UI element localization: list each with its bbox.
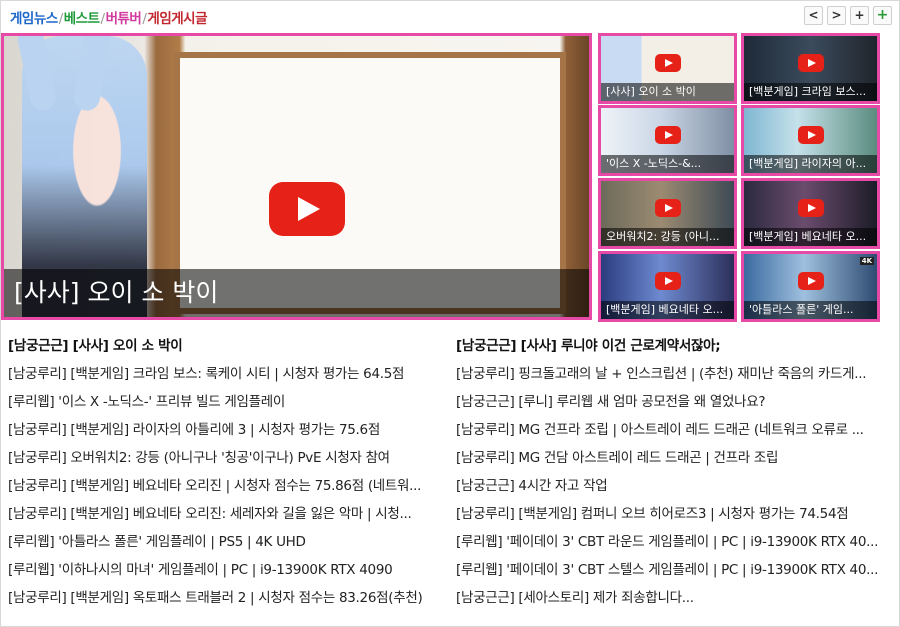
- left-post-list: [남궁근근] [사사] 오이 소 박이 [남궁루리] [백분게임] 크라임 보스…: [8, 332, 440, 612]
- thumb-caption: [백분게임] 베요네타 오...: [601, 301, 734, 319]
- play-icon: [655, 126, 681, 144]
- list-item[interactable]: [남궁루리] MG 건프라 조립 | 아스트레이 레드 드래곤 (네트워크 오류…: [456, 416, 888, 444]
- list-item[interactable]: [남궁근근] [세아스토리] 제가 죄송합니다...: [456, 584, 888, 612]
- list-item[interactable]: [남궁근근] 4시간 자고 작업: [456, 472, 888, 500]
- play-icon: [798, 199, 824, 217]
- tab-separator: /: [58, 11, 64, 27]
- right-post-list: [남궁근근] [사사] 루니야 이건 근로계약서잖아; [남궁루리] 핑크돌고래…: [456, 332, 888, 612]
- play-icon[interactable]: [269, 182, 345, 236]
- list-item[interactable]: [남궁루리] [백분게임] 컴퍼니 오브 히어로즈3 | 시청자 평가는 74.…: [456, 500, 888, 528]
- category-tabs: 게임뉴스/베스트/버튜버/게임게시글: [10, 7, 208, 27]
- list-item[interactable]: [남궁루리] [백분게임] 크라임 보스: 록케이 시티 | 시청자 평가는 6…: [8, 360, 440, 388]
- video-thumb-6[interactable]: [백분게임] 베요네타 오...: [741, 178, 880, 249]
- thumb-caption: [백분게임] 베요네타 오...: [744, 228, 877, 246]
- list-item[interactable]: [루리웹] '아틀라스 폴른' 게임플레이 | PS5 | 4K UHD: [8, 528, 440, 556]
- thumb-caption: 오버워치2: 강등 (아니...: [601, 228, 734, 246]
- list-item[interactable]: [루리웹] '이스 X -노딕스-' 프리뷰 빌드 게임플레이: [8, 388, 440, 416]
- list-item[interactable]: [남궁근근] [루니] 루리웹 새 엄마 공모전을 왜 열었나요?: [456, 388, 888, 416]
- list-item[interactable]: [남궁루리] 오버워치2: 강등 (아니구나 '칭공'이구나) PvE 시청자 …: [8, 444, 440, 472]
- video-thumb-3[interactable]: '이스 X -노딕스-&...: [598, 105, 737, 176]
- tab-separator: /: [142, 11, 147, 27]
- next-button[interactable]: >: [827, 6, 846, 25]
- play-icon: [798, 272, 824, 290]
- prev-button[interactable]: <: [804, 6, 823, 25]
- list-item[interactable]: [남궁루리] 핑크돌고래의 날 + 인스크립션 | (추천) 재미난 죽음의 카…: [456, 360, 888, 388]
- play-icon: [798, 126, 824, 144]
- list-item[interactable]: [남궁루리] [백분게임] 베요네타 오리진: 세레자와 길을 잃은 악마 | …: [8, 500, 440, 528]
- video-thumb-4[interactable]: [백분게임] 라이자의 아...: [741, 105, 880, 176]
- thumb-caption: '이스 X -노딕스-&...: [601, 155, 734, 173]
- thumb-caption: [사사] 오이 소 박이: [601, 83, 734, 101]
- resolution-badge: 4K: [859, 257, 874, 265]
- list-item[interactable]: [남궁루리] [백분게임] 라이자의 아틀리에 3 | 시청자 평가는 75.6…: [8, 416, 440, 444]
- more-button[interactable]: +: [850, 6, 869, 25]
- list-item[interactable]: [남궁루리] [백분게임] 옥토패스 트래블러 2 | 시청자 점수는 83.2…: [8, 584, 440, 612]
- thumb-caption: [백분게임] 크라임 보스...: [744, 83, 877, 101]
- play-icon: [655, 272, 681, 290]
- list-item[interactable]: [루리웹] '페이데이 3' CBT 라운드 게임플레이 | PC | i9-1…: [456, 528, 888, 556]
- video-thumb-1[interactable]: [사사] 오이 소 박이: [598, 33, 737, 104]
- list-item[interactable]: [남궁루리] [백분게임] 베요네타 오리진 | 시청자 점수는 75.86점 …: [8, 472, 440, 500]
- thumb-caption: [백분게임] 라이자의 아...: [744, 155, 877, 173]
- tab-vtuber[interactable]: 버튜버: [106, 11, 142, 27]
- list-item[interactable]: [남궁근근] [사사] 루니야 이건 근로계약서잖아;: [456, 332, 888, 360]
- tab-separator: /: [100, 11, 106, 27]
- play-icon: [655, 199, 681, 217]
- featured-title: [사사] 오이 소 박이: [4, 269, 589, 317]
- video-thumb-7[interactable]: [백분게임] 베요네타 오...: [598, 251, 737, 322]
- add-button[interactable]: +: [873, 6, 892, 25]
- play-icon: [655, 54, 681, 72]
- list-item[interactable]: [남궁루리] MG 건담 아스트레이 레드 드래곤 | 건프라 조립: [456, 444, 888, 472]
- video-thumb-5[interactable]: 오버워치2: 강등 (아니...: [598, 178, 737, 249]
- list-item[interactable]: [루리웹] '페이데이 3' CBT 스텔스 게임플레이 | PC | i9-1…: [456, 556, 888, 584]
- list-item[interactable]: [남궁근근] [사사] 오이 소 박이: [8, 332, 440, 360]
- tab-game-posts[interactable]: 게임게시글: [147, 11, 207, 27]
- thumb-caption: '아틀라스 폴른' 게임...: [744, 301, 877, 319]
- play-icon: [798, 54, 824, 72]
- tab-game-news[interactable]: 게임뉴스: [10, 11, 58, 27]
- video-thumb-8[interactable]: 4K '아틀라스 폴른' 게임...: [741, 251, 880, 322]
- nav-controls: < > + +: [804, 6, 892, 25]
- featured-video[interactable]: [사사] 오이 소 박이: [1, 33, 592, 320]
- list-item[interactable]: [루리웹] '이하나시의 마녀' 게임플레이 | PC | i9-13900K …: [8, 556, 440, 584]
- video-thumb-2[interactable]: [백분게임] 크라임 보스...: [741, 33, 880, 104]
- tab-best[interactable]: 베스트: [64, 11, 100, 27]
